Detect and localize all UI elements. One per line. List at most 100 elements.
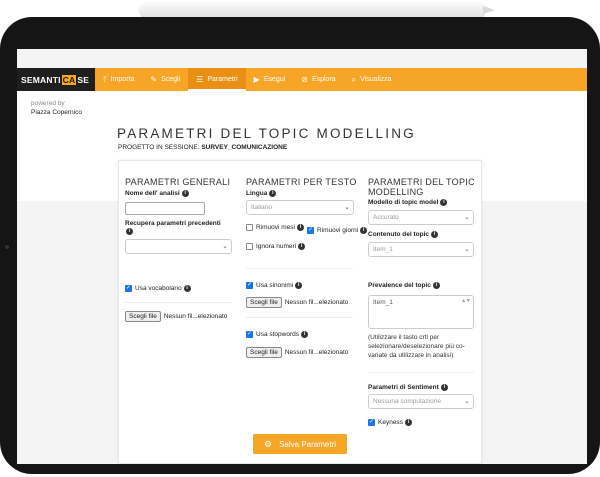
nav-label: Importa bbox=[110, 76, 135, 83]
text-title: PARAMETRI PER TESTO bbox=[246, 177, 357, 187]
model-label-text: Modello di topic model bbox=[368, 199, 439, 206]
stopwords-file-input[interactable]: Scegli file Nessun fil...elezionato bbox=[246, 347, 348, 358]
model-value: Accurato bbox=[373, 214, 399, 221]
vocab-label: Usa vocabolario bbox=[135, 285, 182, 292]
info-icon[interactable]: i bbox=[301, 331, 308, 338]
remove-months-label: Rimuovi mesi bbox=[256, 224, 296, 231]
vocab-checkbox[interactable]: ✓ Usa vocabolario i bbox=[125, 285, 191, 292]
chevron-down-icon: ⌄ bbox=[464, 214, 470, 221]
synonyms-checkbox[interactable]: ✓ Usa sinonimi i bbox=[246, 282, 303, 289]
synonyms-file-input[interactable]: Scegli file Nessun fil...elezionato bbox=[246, 297, 348, 308]
nav-label: Esegui bbox=[263, 76, 286, 83]
info-icon[interactable]: i bbox=[181, 190, 189, 197]
brand-text-pre: SEMANTI bbox=[21, 74, 61, 85]
nav-importa[interactable]: ⤒ Importa bbox=[95, 68, 142, 91]
project-label: PROGETTO IN SESSIONE: bbox=[118, 144, 200, 151]
checkbox-checked-icon[interactable]: ✓ bbox=[307, 227, 314, 234]
info-icon[interactable]: i bbox=[431, 231, 439, 238]
chevron-down-icon: ⌄ bbox=[464, 246, 470, 253]
sentiment-label-text: Parametri di Sentiment bbox=[368, 384, 439, 391]
stylus bbox=[140, 3, 495, 17]
analysis-name-input[interactable] bbox=[125, 202, 205, 215]
info-icon[interactable]: i bbox=[432, 282, 440, 289]
checkbox-checked-icon[interactable]: ✓ bbox=[246, 282, 253, 289]
upload-icon: ⤒ bbox=[103, 74, 107, 84]
checkbox-checked-icon[interactable]: ✓ bbox=[246, 331, 253, 338]
info-icon[interactable]: i bbox=[440, 199, 448, 206]
prevalence-label: Prevalence del topic i bbox=[368, 282, 440, 289]
stopwords-label: Usa stopwords bbox=[256, 331, 299, 338]
powered-by: powered by bbox=[31, 100, 65, 107]
checkbox-checked-icon[interactable]: ✓ bbox=[125, 285, 132, 292]
ignore-numbers-checkbox[interactable]: Ignora numeri i bbox=[246, 243, 306, 250]
info-icon[interactable]: i bbox=[440, 384, 448, 391]
choose-file-button[interactable]: Scegli file bbox=[125, 311, 161, 322]
synonyms-label: Usa sinonimi bbox=[256, 282, 294, 289]
checkbox-checked-icon[interactable]: ✓ bbox=[368, 419, 375, 426]
choose-file-button[interactable]: Scegli file bbox=[246, 347, 282, 358]
model-select[interactable]: Accurato ⌄ bbox=[368, 210, 474, 225]
info-icon[interactable]: i bbox=[298, 243, 306, 250]
chevron-down-icon: ⌄ bbox=[344, 204, 350, 211]
nav-label: Visualizza bbox=[360, 76, 392, 83]
choose-file-button[interactable]: Scegli file bbox=[246, 297, 282, 308]
app-screen: SEMANTI CA SE ⤒ Importa ✎ Scegli ☰ Paramet… bbox=[17, 49, 587, 464]
divider bbox=[246, 268, 353, 269]
remove-days-checkbox[interactable]: ✓ Rimuovi giorni i bbox=[307, 227, 368, 234]
nav-visualizza[interactable]: ⌕ Visualizza bbox=[344, 68, 400, 91]
company-name: Piazza Copernico bbox=[31, 109, 82, 116]
language-label-text: Lingua bbox=[246, 190, 268, 197]
info-icon[interactable]: i bbox=[269, 190, 277, 197]
content-label-text: Contenuto del topic bbox=[368, 231, 430, 238]
brand-text-ca: CA bbox=[61, 74, 77, 85]
save-label: Salva Parametri bbox=[279, 439, 336, 449]
model-label: Modello di topic model i bbox=[368, 199, 448, 206]
vocab-file-input[interactable]: Scegli file Nessun fil...elezionato bbox=[125, 311, 227, 322]
nav-esegui[interactable]: ▶ Esegui bbox=[246, 68, 294, 91]
keyness-checkbox[interactable]: ✓ Keyness i bbox=[368, 419, 412, 426]
prevalence-multiselect[interactable]: Item_1 ▲▼ bbox=[368, 295, 474, 329]
info-icon[interactable]: i bbox=[126, 228, 133, 235]
brand-logo[interactable]: SEMANTI CA SE bbox=[17, 68, 96, 91]
prevalence-note: (Utilizzare il tasto crtl per selezionar… bbox=[368, 334, 465, 359]
checkbox-icon[interactable] bbox=[246, 224, 253, 231]
topic-title: PARAMETRI DEL TOPIC MODELLING bbox=[368, 177, 475, 197]
tablet-frame: SEMANTI CA SE ⤒ Importa ✎ Scegli ☰ Paramet… bbox=[0, 17, 600, 474]
info-icon[interactable]: i bbox=[297, 224, 305, 231]
parameters-card: PARAMETRI GENERALI Nome dell' analisi i R… bbox=[118, 160, 482, 464]
page-title: PARAMETRI DEL TOPIC MODELLING bbox=[117, 126, 416, 141]
nav-parametri[interactable]: ☰ Parametri bbox=[188, 68, 246, 91]
prevalence-option[interactable]: Item_1 bbox=[373, 299, 393, 306]
info-icon[interactable]: i bbox=[295, 282, 303, 289]
remove-days-label: Rimuovi giorni bbox=[317, 227, 359, 234]
ignore-numbers-label: Ignora numeri bbox=[256, 243, 297, 250]
recover-label: Recupera parametri precedenti bbox=[125, 220, 221, 227]
analysis-name-label-text: Nome dell' analisi bbox=[125, 190, 180, 197]
nav-label: Esplora bbox=[311, 76, 336, 83]
file-status: Nessun fil...elezionato bbox=[163, 313, 228, 320]
nav-label: Scegli bbox=[161, 76, 181, 83]
remove-months-checkbox[interactable]: Rimuovi mesi i bbox=[246, 224, 305, 231]
nav-esplora[interactable]: ⊘ Esplora bbox=[293, 68, 343, 91]
sentiment-label: Parametri di Sentiment i bbox=[368, 384, 448, 391]
content-select[interactable]: Item_1 ⌄ bbox=[368, 242, 474, 257]
info-icon[interactable]: i bbox=[183, 285, 191, 292]
nav-scegli[interactable]: ✎ Scegli bbox=[142, 68, 188, 91]
home-button bbox=[5, 245, 9, 249]
recover-select[interactable]: ⌄ bbox=[125, 239, 232, 254]
play-icon: ▶ bbox=[253, 75, 260, 84]
checkbox-icon[interactable] bbox=[246, 243, 253, 250]
info-icon[interactable]: i bbox=[360, 227, 368, 234]
gear-icon: ⚙ bbox=[264, 438, 273, 449]
info-icon[interactable]: i bbox=[404, 419, 412, 426]
scroll-arrows-icon[interactable]: ▲▼ bbox=[461, 298, 471, 304]
sentiment-select[interactable]: Nessuna computazione ⌄ bbox=[368, 394, 474, 409]
keyness-label: Keyness bbox=[378, 419, 403, 426]
save-parameters-button[interactable]: ⚙ Salva Parametri bbox=[253, 434, 347, 454]
wand-icon: ✎ bbox=[150, 75, 158, 84]
language-select[interactable]: Italiano ⌄ bbox=[246, 200, 354, 215]
prevalence-label-text: Prevalence del topic bbox=[368, 282, 431, 289]
language-value: Italiano bbox=[251, 204, 272, 211]
stopwords-checkbox[interactable]: ✓ Usa stopwords i bbox=[246, 331, 308, 338]
file-status: Nessun fil...elezionato bbox=[284, 299, 349, 306]
